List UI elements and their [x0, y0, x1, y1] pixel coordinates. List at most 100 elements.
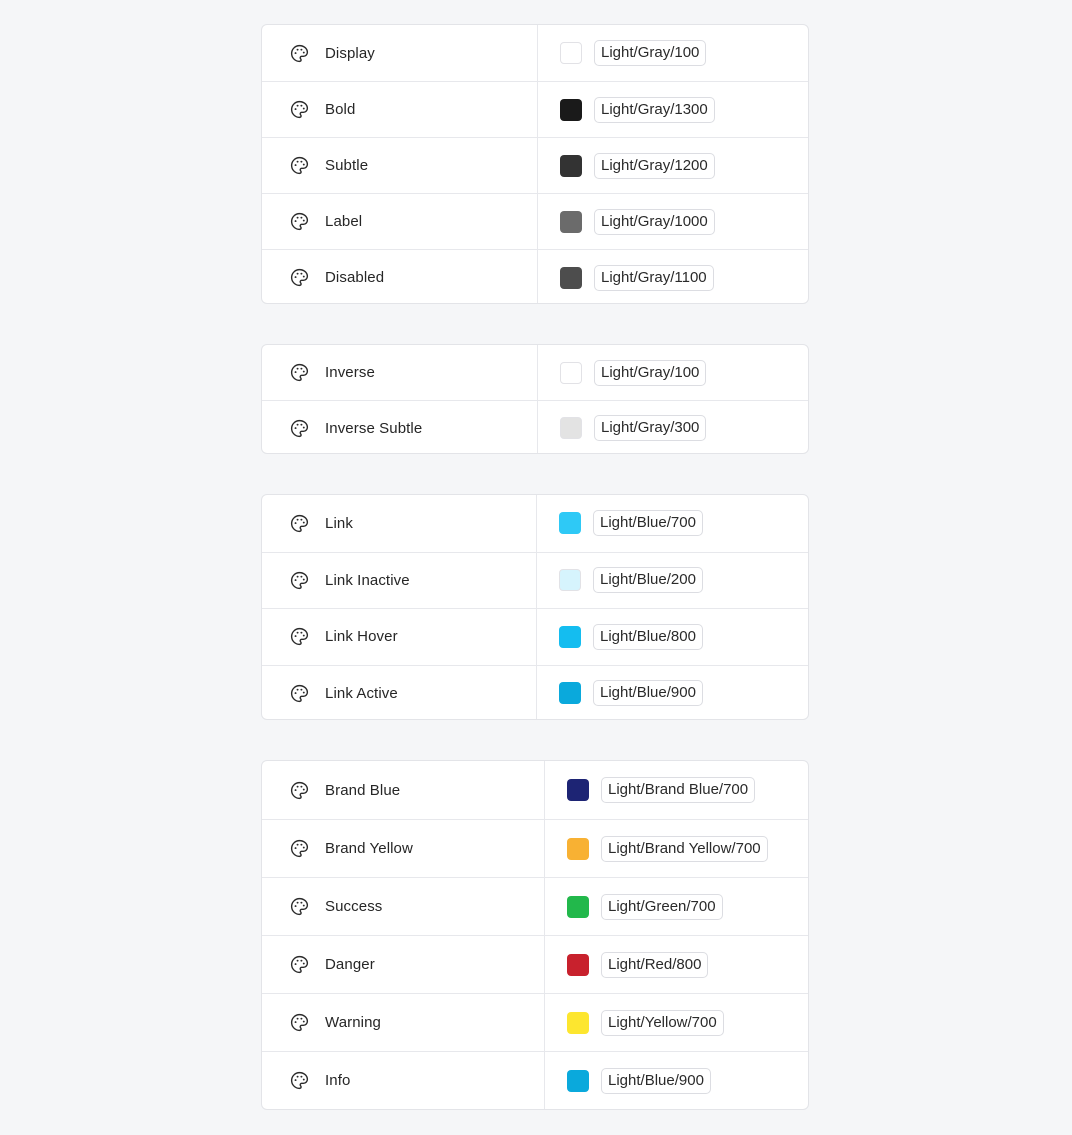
palette-icon — [288, 626, 310, 648]
token-value-cell: Light/Gray/100 — [538, 25, 808, 81]
token-label: Brand Yellow — [325, 840, 413, 857]
color-swatch — [567, 895, 589, 918]
token-label: Disabled — [325, 269, 385, 286]
token-value-cell: Light/Red/800 — [545, 936, 808, 993]
token-value-cell: Light/Blue/900 — [545, 1052, 808, 1109]
token-value-cell: Light/Blue/700 — [537, 495, 808, 552]
token-chip[interactable]: Light/Gray/1100 — [594, 264, 714, 291]
token-chip[interactable]: Light/Blue/200 — [593, 567, 703, 594]
table-row: Link Light/Blue/700 — [262, 495, 808, 552]
token-value-cell: Light/Gray/1200 — [538, 138, 808, 193]
token-label: Link Active — [325, 684, 398, 702]
token-chip[interactable]: Light/Green/700 — [601, 893, 723, 920]
table-row: Inverse Light/Gray/100 — [262, 345, 808, 400]
token-label: Info — [325, 1072, 351, 1089]
palette-icon — [288, 267, 310, 289]
table-row: Success Light/Green/700 — [262, 877, 808, 935]
color-swatch — [560, 417, 582, 439]
token-value-cell: Light/Blue/800 — [537, 609, 808, 665]
token-label: Danger — [325, 956, 375, 973]
table-row: Danger Light/Red/800 — [262, 935, 808, 993]
token-name-cell: Inverse Subtle — [262, 401, 538, 453]
table-row: Inverse Subtle Light/Gray/300 — [262, 400, 808, 453]
token-name-cell: Bold — [262, 82, 538, 137]
palette-icon — [288, 1012, 310, 1034]
table-row: Warning Light/Yellow/700 — [262, 993, 808, 1051]
token-label: Label — [325, 213, 363, 230]
token-name-cell: Info — [262, 1052, 545, 1109]
token-chip[interactable]: Light/Gray/100 — [594, 40, 707, 66]
token-chip[interactable]: Light/Brand Blue/700 — [601, 777, 756, 803]
color-swatch — [567, 837, 589, 860]
table-row: Bold Light/Gray/1300 — [262, 81, 808, 137]
token-name-cell: Link Inactive — [262, 552, 537, 608]
table-row: Link Inactive Light/Blue/200 — [262, 551, 808, 608]
table-row: Display Light/Gray/100 — [262, 25, 808, 81]
token-name-cell: Success — [262, 878, 545, 935]
link-colors-table: Link Light/Blue/700 Link Inactive Light/… — [261, 494, 809, 720]
token-chip[interactable]: Light/Red/800 — [601, 951, 709, 978]
token-value-cell: Light/Yellow/700 — [545, 994, 808, 1051]
color-swatch — [560, 42, 582, 64]
token-value-cell: Light/Gray/1000 — [538, 194, 808, 249]
token-value-cell: Light/Brand Blue/700 — [545, 761, 808, 819]
color-swatch — [559, 512, 581, 535]
table-row: Info Light/Blue/900 — [262, 1051, 808, 1109]
table-row: Link Active Light/Blue/900 — [262, 664, 808, 720]
table-row: Link Hover Light/Blue/800 — [262, 608, 808, 665]
token-name-cell: Link — [262, 495, 537, 552]
color-swatch — [559, 682, 581, 705]
color-swatch — [567, 1011, 589, 1034]
token-label: Success — [325, 898, 383, 915]
table-row: Subtle Light/Gray/1200 — [262, 137, 808, 193]
token-chip[interactable]: Light/Gray/1300 — [594, 96, 715, 123]
color-swatch — [560, 154, 582, 177]
palette-icon — [288, 569, 310, 591]
token-label: Brand Blue — [325, 781, 401, 799]
token-chip[interactable]: Light/Blue/800 — [593, 623, 703, 650]
token-name-cell: Inverse — [262, 345, 538, 400]
palette-icon — [288, 211, 310, 233]
token-value-cell: Light/Gray/1100 — [538, 250, 808, 303]
palette-icon — [288, 1070, 310, 1092]
token-chip[interactable]: Light/Blue/900 — [601, 1067, 711, 1094]
token-name-cell: Label — [262, 194, 538, 249]
token-chip[interactable]: Light/Gray/300 — [594, 415, 707, 441]
token-chip[interactable]: Light/Yellow/700 — [601, 1009, 724, 1036]
palette-icon — [288, 42, 310, 64]
color-swatch — [560, 361, 582, 384]
token-chip[interactable]: Light/Blue/900 — [593, 680, 703, 707]
color-swatch — [567, 779, 589, 801]
palette-icon — [288, 954, 310, 976]
token-label: Inverse — [325, 364, 375, 381]
token-chip[interactable]: Light/Brand Yellow/700 — [601, 835, 768, 862]
token-name-cell: Link Hover — [262, 609, 537, 665]
token-label: Bold — [325, 101, 356, 118]
token-name-cell: Subtle — [262, 138, 538, 193]
token-chip[interactable]: Light/Gray/1000 — [594, 208, 715, 235]
token-name-cell: Danger — [262, 936, 545, 993]
text-colors-table: Display Light/Gray/100 Bold Light/Gray/1… — [261, 24, 809, 304]
token-name-cell: Display — [262, 25, 538, 81]
token-value-cell: Light/Blue/900 — [537, 666, 808, 720]
token-label: Link Inactive — [325, 571, 410, 589]
color-swatch — [567, 1069, 589, 1092]
token-label: Inverse Subtle — [325, 419, 423, 437]
token-label: Warning — [325, 1014, 381, 1031]
token-chip[interactable]: Light/Blue/700 — [593, 510, 703, 537]
token-chip[interactable]: Light/Gray/100 — [594, 359, 707, 386]
color-swatch — [559, 569, 581, 592]
token-value-cell: Light/Gray/1300 — [538, 82, 808, 137]
color-swatch — [567, 953, 589, 976]
palette-icon — [288, 896, 310, 918]
table-row: Brand Blue Light/Brand Blue/700 — [262, 761, 808, 819]
palette-icon — [288, 417, 310, 439]
token-name-cell: Brand Blue — [262, 761, 545, 819]
palette-icon — [288, 838, 310, 860]
palette-icon — [288, 512, 310, 534]
palette-icon — [288, 682, 310, 704]
token-value-cell: Light/Gray/300 — [538, 401, 808, 453]
token-name-cell: Disabled — [262, 250, 538, 303]
token-chip[interactable]: Light/Gray/1200 — [594, 152, 715, 179]
palette-icon — [288, 779, 310, 801]
